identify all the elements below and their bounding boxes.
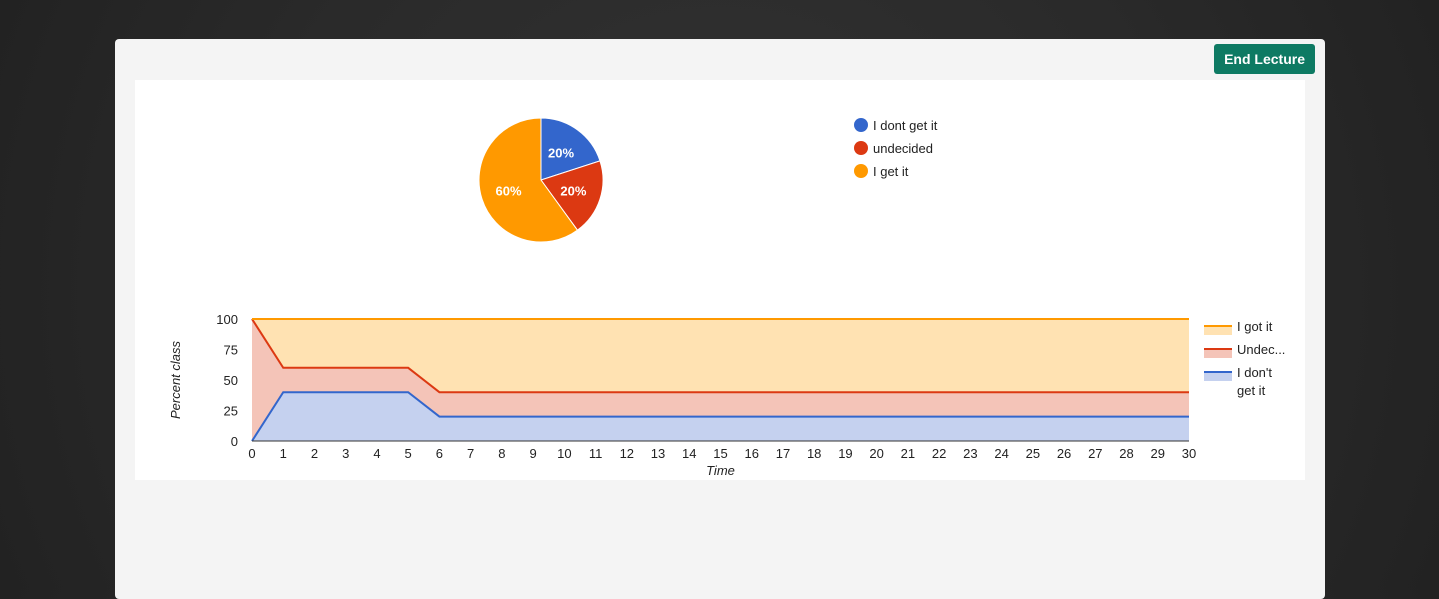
end-lecture-button[interactable]: End Lecture [1214,44,1315,74]
x-tick-label: 4 [373,446,380,461]
pie-legend-marker [854,118,868,132]
lecture-panel: End Lecture 20% I dont get it 20% undecided… [115,39,1325,599]
y-tick-label: 100 [216,312,238,327]
pie-slice-label: 20% [548,145,574,160]
x-tick-label: 2 [311,446,318,461]
x-tick-label: 29 [1151,446,1165,461]
x-tick-label: 23 [963,446,977,461]
x-tick-label: 22 [932,446,946,461]
area-legend-swatch [1204,326,1232,335]
x-axis-title: Time [706,463,735,478]
y-tick-label: 75 [224,343,238,358]
area-legend-label: Undec... [1237,342,1285,357]
pie-slice-label: 20% [560,184,586,199]
x-tick-label: 13 [651,446,665,461]
x-tick-label: 8 [498,446,505,461]
x-tick-label: 28 [1119,446,1133,461]
x-tick-label: 25 [1026,446,1040,461]
charts-svg: 20% I dont get it 20% undecided 60% I get it 0… [168,117,1285,478]
x-tick-label: 16 [744,446,758,461]
x-tick-label: 24 [994,446,1008,461]
x-tick-label: 26 [1057,446,1071,461]
x-tick-label: 0 [248,446,255,461]
pie-legend-marker [854,141,868,155]
area-legend-swatch [1204,372,1232,381]
y-tick-label: 25 [224,404,238,419]
x-tick-label: 5 [405,446,412,461]
pie-legend-label: I get it [873,164,909,179]
x-tick-label: 14 [682,446,696,461]
x-tick-label: 3 [342,446,349,461]
x-tick-label: 6 [436,446,443,461]
area-legend-swatch [1204,349,1232,358]
x-tick-label: 27 [1088,446,1102,461]
x-tick-label: 1 [280,446,287,461]
x-tick-label: 19 [838,446,852,461]
x-tick-label: 7 [467,446,474,461]
y-tick-label: 0 [231,434,238,449]
x-tick-label: 21 [901,446,915,461]
x-tick-label: 17 [776,446,790,461]
x-tick-label: 20 [869,446,883,461]
x-tick-label: 18 [807,446,821,461]
x-tick-label: 9 [529,446,536,461]
x-tick-label: 30 [1182,446,1196,461]
area-legend-label: I don't [1237,365,1272,380]
pie-legend-label: undecided [873,141,933,156]
x-tick-label: 11 [589,446,603,461]
y-tick-label: 50 [224,373,238,388]
x-tick-label: 12 [620,446,634,461]
pie-legend-marker [854,164,868,178]
pie-slice-label: 60% [496,184,522,199]
x-tick-label: 10 [557,446,571,461]
x-tick-label: 15 [713,446,727,461]
area-legend-label: I got it [1237,319,1273,334]
area-legend-label: get it [1237,383,1266,398]
pie-legend-label: I dont get it [873,118,938,133]
y-axis-title: Percent class [168,340,183,419]
charts-container: 20% I dont get it 20% undecided 60% I get it 0… [135,80,1305,480]
